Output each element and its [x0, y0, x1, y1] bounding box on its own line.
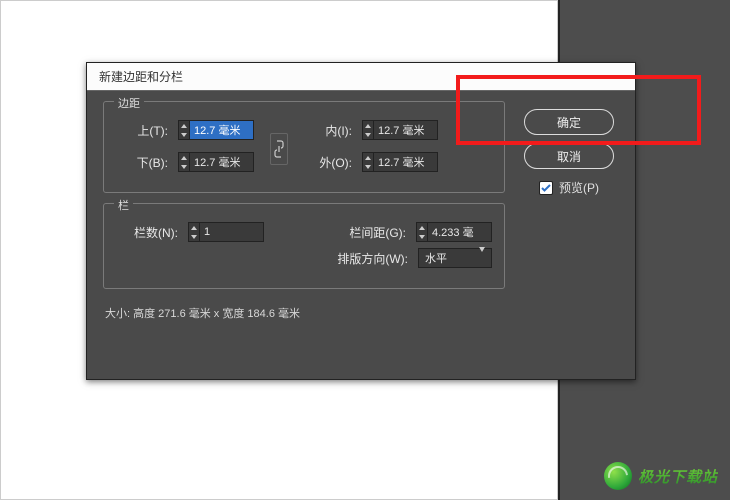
margin-bottom-stepper[interactable]: 12.7 毫米 [178, 152, 254, 172]
direction-select[interactable]: 水平 [418, 248, 492, 268]
margin-inner-input[interactable]: 12.7 毫米 [374, 120, 438, 140]
column-count-input[interactable]: 1 [200, 222, 264, 242]
dialog-title: 新建边距和分栏 [99, 68, 183, 85]
stepper-buttons[interactable] [188, 222, 200, 242]
link-margins-icon[interactable] [270, 133, 288, 165]
globe-icon [604, 462, 632, 490]
preview-label: 预览(P) [559, 179, 599, 196]
margin-inner-stepper[interactable]: 12.7 毫米 [362, 120, 438, 140]
site-name: 极光下载站 [638, 466, 718, 487]
columns-legend: 栏 [114, 197, 133, 213]
chevron-down-icon [479, 252, 485, 264]
gutter-input[interactable]: 4.233 毫 [428, 222, 492, 242]
margin-top-label: 上(T): [116, 122, 168, 139]
columns-fieldset: 栏 栏数(N): 1 栏间距(G): 4.233 毫 排版方向(W): [103, 203, 505, 289]
cancel-button[interactable]: 取消 [524, 143, 614, 169]
direction-label: 排版方向(W): [324, 250, 408, 267]
gutter-label: 栏间距(G): [334, 224, 406, 241]
column-count-label: 栏数(N): [116, 224, 178, 241]
margin-inner-label: 内(I): [300, 122, 352, 139]
stepper-buttons[interactable] [178, 120, 190, 140]
dialog-titlebar[interactable]: 新建边距和分栏 [87, 63, 635, 91]
gutter-stepper[interactable]: 4.233 毫 [416, 222, 492, 242]
margin-bottom-input[interactable]: 12.7 毫米 [190, 152, 254, 172]
preview-checkbox[interactable] [539, 181, 553, 195]
stepper-buttons[interactable] [362, 152, 374, 172]
stepper-buttons[interactable] [416, 222, 428, 242]
column-count-stepper[interactable]: 1 [188, 222, 264, 242]
stepper-buttons[interactable] [178, 152, 190, 172]
margin-outer-input[interactable]: 12.7 毫米 [374, 152, 438, 172]
ok-button[interactable]: 确定 [524, 109, 614, 135]
margin-outer-stepper[interactable]: 12.7 毫米 [362, 152, 438, 172]
site-logo: 极光下载站 [604, 462, 718, 490]
margins-fieldset: 边距 上(T): 12.7 毫米 下(B): [103, 101, 505, 193]
stepper-buttons[interactable] [362, 120, 374, 140]
margins-columns-dialog: 新建边距和分栏 边距 上(T): 12.7 毫米 [86, 62, 636, 380]
size-readout: 大小: 高度 271.6 毫米 x 宽度 184.6 毫米 [103, 299, 505, 327]
margin-top-input[interactable]: 12.7 毫米 [190, 120, 254, 140]
margin-outer-label: 外(O): [300, 154, 352, 171]
margin-bottom-label: 下(B): [116, 154, 168, 171]
margins-legend: 边距 [114, 95, 144, 111]
direction-value: 水平 [425, 250, 447, 266]
margin-top-stepper[interactable]: 12.7 毫米 [178, 120, 254, 140]
